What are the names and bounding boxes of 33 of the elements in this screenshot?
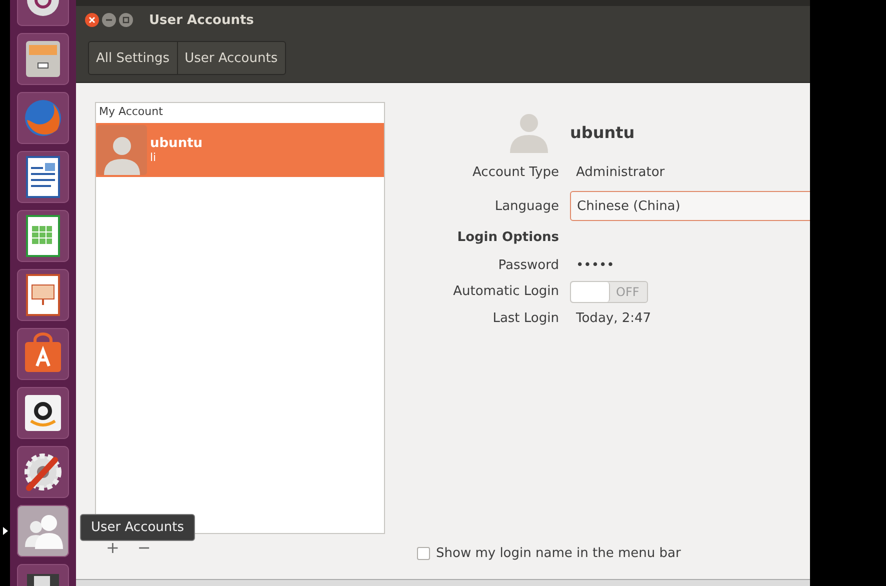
breadcrumb-button[interactable]: All Settings <box>89 42 178 74</box>
user-name: ubuntu <box>150 136 203 151</box>
field-label: Account Type <box>472 164 559 180</box>
tooltip: User Accounts <box>80 514 196 541</box>
section-heading: Login Options <box>457 230 559 244</box>
close-icon[interactable] <box>85 13 99 27</box>
breadcrumb-button[interactable]: User Accounts <box>178 42 285 74</box>
field-label: Language <box>494 198 559 214</box>
window-title: User Accounts <box>149 12 254 28</box>
account-name: ubuntu <box>570 122 636 142</box>
add-user-button[interactable]: + <box>103 541 122 555</box>
maximize-icon[interactable] <box>119 13 133 27</box>
presentation-icon[interactable] <box>17 269 69 321</box>
field-value: ••••• <box>575 258 616 272</box>
spreadsheet-icon[interactable] <box>17 210 69 262</box>
user-row[interactable]: ubuntu li <box>96 123 384 177</box>
settings-icon[interactable] <box>17 446 69 498</box>
checkbox[interactable] <box>417 547 430 560</box>
field-value: Administrator <box>575 164 666 180</box>
list-header: My Account <box>98 104 164 120</box>
field-label: Automatic Login <box>453 284 559 299</box>
file-cabinet-icon[interactable] <box>17 33 69 85</box>
document-icon[interactable] <box>17 151 69 203</box>
field-label: Password <box>498 258 559 272</box>
avatar-icon <box>97 125 147 175</box>
field-label: Last Login <box>492 311 559 326</box>
user-subtitle: li <box>150 151 158 164</box>
users-icon[interactable] <box>17 505 69 557</box>
checkbox-label: Show my login name in the menu bar <box>436 546 681 561</box>
language-field[interactable]: Chinese (China) <box>570 191 810 221</box>
field-value: Today, 2:47 <box>575 311 652 326</box>
remove-user-button[interactable]: − <box>134 541 154 555</box>
shopping-bag-icon[interactable] <box>17 328 69 380</box>
